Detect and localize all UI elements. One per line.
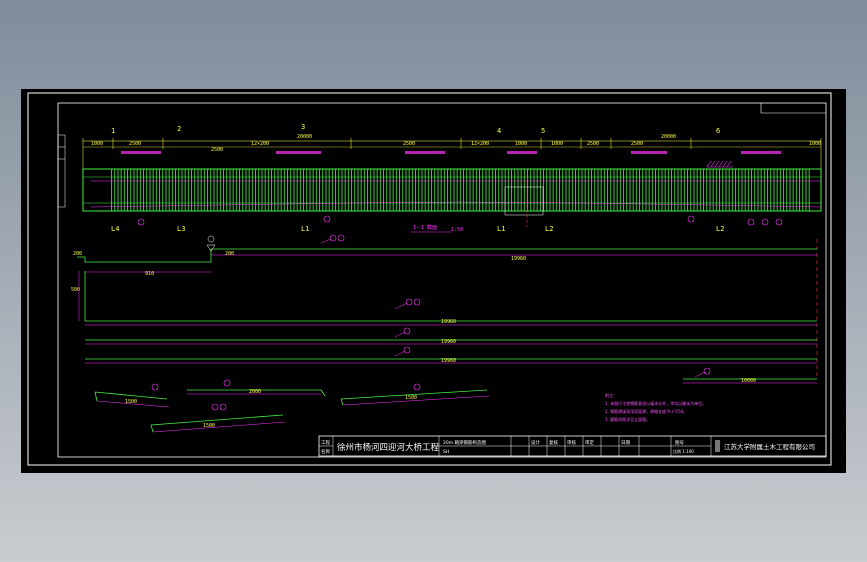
top-mark-3: 3 [301,123,305,131]
bar-4-detail: 19960 [85,346,817,364]
dim-d: 2500 [403,141,415,147]
mark-date: 日期 [621,440,630,446]
drawing-name: 20m 箱梁钢筋构造图 [443,439,487,446]
bar2-length: 19960 [441,319,456,325]
detail-4-dim: 1500 [203,423,215,429]
notes-line-2: 2. 钢筋焊接采用双面焊，焊缝长度不小于5d。 [605,408,687,414]
dim-total-center: 20000 [297,134,312,140]
outer-frame [27,92,832,466]
top-mark-6: 6 [716,127,720,135]
mark-check: 复核 [549,439,558,446]
mark-approve: 审定 [585,439,594,446]
title-cell-bottom: 名称 [321,448,330,455]
dim-a: 2500 [129,141,141,147]
dim-b: 2500 [211,147,223,153]
dim-left-end: 1000 [91,141,103,147]
detail-1-dim: 1500 [125,399,137,405]
sheet-label: SH [443,449,449,455]
notes-line-3: 3. 箍筋间距详见立面图。 [605,416,650,422]
project-name: 徐州市杨河四迎河大桥工程 [337,442,440,453]
bar-1-detail: 19960 200 910 200 500 [71,234,817,326]
company-name: 江苏大学附属土木工程有限公司 [724,442,815,451]
elevation-view: 1000 2500 2500 12×200 2500 12×200 1000 1… [82,123,822,233]
inner-frame [57,102,827,458]
dim-f: 1000 [515,141,527,147]
notes-line-1: 1. 本图尺寸除钢筋直径以毫米计外，余均以厘米为单位。 [605,400,706,406]
cad-drawing[interactable]: 1000 2500 2500 12×200 2500 12×200 1000 1… [21,89,846,473]
bar1-length: 19960 [511,256,526,262]
mark-drawing-no: 图号 [675,440,684,446]
dim-right-end: 1000 [809,141,821,147]
mark-design: 设计 [531,439,540,446]
dim-h: 2500 [587,141,599,147]
dim-e: 12×200 [471,141,489,147]
mark-review: 审核 [567,439,576,446]
section-mark-l3: L3 [177,225,185,233]
notes: 附注： 1. 本图尺寸除钢筋直径以毫米计外，余均以厘米为单位。 2. 钢筋焊接采… [605,392,706,422]
notes-title: 附注： [605,392,617,398]
bar1-height: 500 [71,287,80,293]
dim-c: 12×200 [251,141,269,147]
bar-5-detail: 10000 [683,367,817,384]
top-mark-4: 4 [497,127,501,135]
bar1-hook: 200 [73,251,82,257]
cad-viewport[interactable]: 1000 2500 2500 12×200 2500 12×200 1000 1… [21,89,846,473]
section-mark-l1b: L1 [497,225,505,233]
dim-g: 1000 [551,141,563,147]
title-cell-top: 工程 [321,439,330,446]
scale-label: 比例 1:100 [673,448,694,454]
section-scale: 1:50 [451,227,463,233]
section-caption: I－I 截面 [413,224,437,231]
dim-i: 2500 [631,141,643,147]
detail-2-dim: 2000 [249,389,261,395]
section-mark-l4: L4 [111,225,119,233]
left-index-bar [57,134,66,208]
small-details: 1500 2000 1500 1500 [94,379,490,433]
bar5-length: 10000 [741,378,756,384]
bar-3-detail: 19960 [85,327,817,345]
detail-3-dim: 1500 [405,395,417,401]
bar1-left: 910 [145,271,154,277]
bar3-length: 19960 [441,339,456,345]
top-mark-2: 2 [177,125,181,133]
dim-total-right: 20000 [661,134,676,140]
bar4-length: 19960 [441,358,456,364]
top-mark-5: 5 [541,127,545,135]
top-mark-1: 1 [111,127,115,135]
bar1-right-mark: 200 [225,251,234,257]
section-mark-l2b: L2 [716,225,724,233]
section-mark-l1a: L1 [301,225,309,233]
section-mark-l2a: L2 [545,225,553,233]
